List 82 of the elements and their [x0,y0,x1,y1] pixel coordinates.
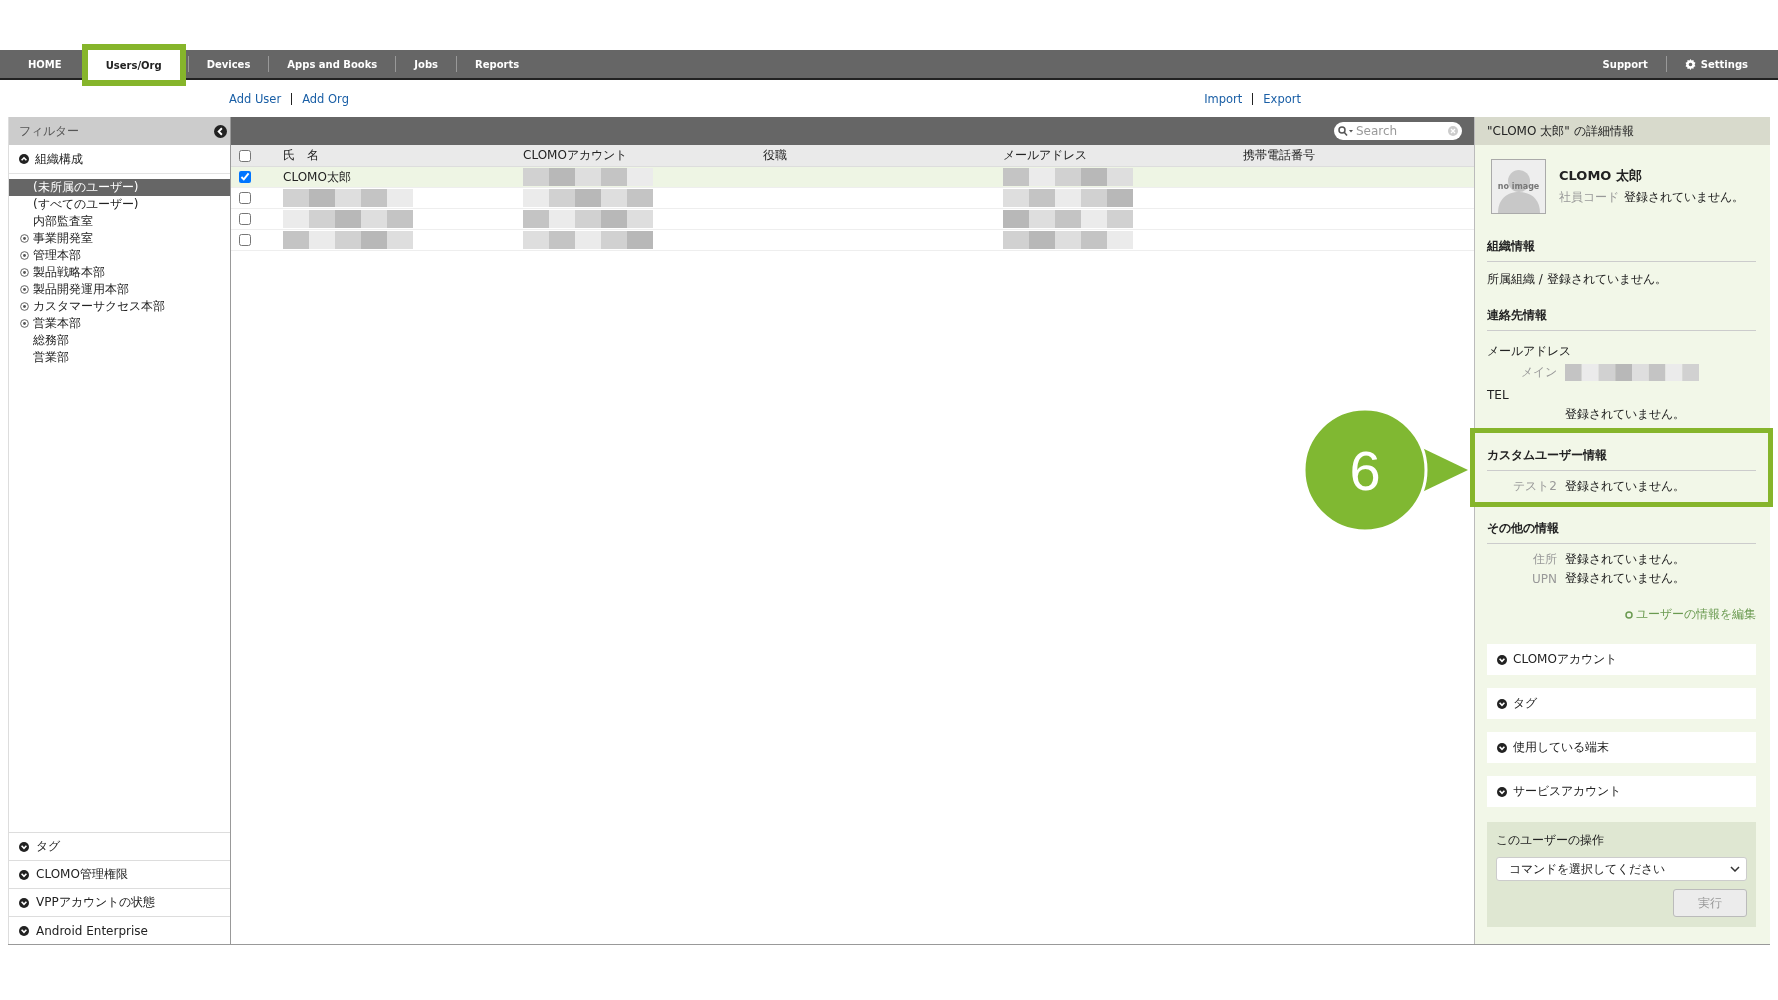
tree-item[interactable]: 営業本部 [9,315,230,332]
avatar-text: no image [1496,182,1541,191]
filter-section[interactable]: Android Enterprise [9,916,230,944]
chevron-icon [1497,654,1507,665]
nav-tab[interactable]: Apps and Books [269,50,396,78]
select-all-checkbox[interactable] [239,149,251,162]
section-title: その他の情報 [1487,510,1756,544]
collapsible-panel[interactable]: サービスアカウント [1487,776,1756,807]
chevron-icon [1497,698,1507,709]
tree-item[interactable]: (すべてのユーザー) [9,196,230,213]
chevron-icon [19,869,29,880]
collapsible-panel[interactable]: 使用している端末 [1487,732,1756,763]
field-value: 登録されていません。 [1565,551,1685,568]
table-row[interactable]: CLOMO太郎 [231,167,1474,188]
tree-item[interactable]: 営業部 [9,349,230,366]
row-checkbox[interactable] [239,234,251,246]
command-select[interactable]: コマンドを選択してください [1496,857,1747,881]
column-header[interactable]: 携帯電話番号 [1219,147,1474,164]
chevron-icon [19,841,29,852]
table-cell: CLOMO太郎 [283,168,351,186]
tree-item[interactable]: 内部監査室 [9,213,230,230]
step-callout: 6 [1302,407,1468,533]
nav-tab[interactable]: Reports [457,50,538,78]
settings-link[interactable]: Settings [1666,50,1766,78]
chevron-icon [1497,742,1507,753]
nav-tab[interactable]: Devices [188,50,269,78]
bullet-icon [1625,610,1633,619]
column-header[interactable]: 役職 [739,147,979,164]
field-label: 住所 [1533,551,1557,568]
row-checkbox[interactable] [239,171,251,183]
field-heading: TEL [1487,387,1510,404]
field-value: 所属組織 / 登録されていません。 [1487,271,1668,288]
action-link[interactable]: Export [1263,91,1301,106]
field-value: 登録されていません。 [1565,570,1685,587]
field-value: 登録されていません。 [1565,478,1685,495]
collapsible-panel[interactable]: タグ [1487,688,1756,719]
support-link[interactable]: Support [1584,50,1666,78]
tree-item[interactable]: 事業開発室 [9,230,230,247]
field-value: 登録されていません。 [1565,406,1685,423]
column-header[interactable]: CLOMOアカウント [499,147,739,164]
action-link[interactable]: Add User [229,91,282,106]
chevron-icon [19,154,29,164]
detail-title: "CLOMO 太郎" の詳細情報 [1487,122,1634,140]
tree-item[interactable]: カスタマーサクセス本部 [9,298,230,315]
chevron-icon [19,897,29,908]
search-field[interactable]: Search [1334,122,1462,140]
section-title: 組織情報 [1487,228,1756,262]
section-title: 連絡先情報 [1487,297,1756,331]
tree-item[interactable]: (未所属のユーザー) [9,179,230,196]
tree-item[interactable]: 管理本部 [9,247,230,264]
chevron-icon [19,925,29,936]
nav-tab[interactable]: Jobs [396,50,456,78]
field-label: UPN [1532,571,1557,586]
caret-icon [1730,866,1740,872]
filter-section[interactable]: VPPアカウントの状態 [9,888,230,916]
row-checkbox[interactable] [239,213,251,225]
column-header[interactable]: 氏 名 [259,147,499,164]
field-label: メイン [1521,364,1557,381]
action-link[interactable]: Import [1204,91,1243,106]
settings-icon [1684,58,1696,70]
tree-item[interactable]: 総務部 [9,332,230,349]
column-header[interactable]: メールアドレス [979,147,1219,164]
collapse-icon[interactable] [214,124,227,138]
row-checkbox[interactable] [239,192,251,204]
user-name: CLOMO 太郎 [1559,167,1643,185]
chevron-icon [1497,786,1507,797]
tree-item[interactable]: 製品開発運用本部 [9,281,230,298]
collapsible-panel[interactable]: CLOMOアカウント [1487,644,1756,675]
operations-title: このユーザーの操作 [1496,832,1605,849]
field-heading: メールアドレス [1487,343,1572,360]
tree-header[interactable]: 組織構成 [9,145,230,174]
action-link[interactable]: Add Org [302,91,349,106]
field-value: 登録されていません。 [1624,189,1744,206]
search-icon [1338,126,1354,136]
filter-section[interactable]: CLOMO管理権限 [9,860,230,888]
nav-tab[interactable]: HOME [10,50,80,78]
filter-title: フィルター [19,122,79,140]
field-label: 社員コード [1559,189,1619,206]
filter-section[interactable]: タグ [9,832,230,860]
tree-item[interactable]: 製品戦略本部 [9,264,230,281]
section-title: カスタムユーザー情報 [1487,437,1756,471]
field-label: テスト2 [1513,478,1557,495]
